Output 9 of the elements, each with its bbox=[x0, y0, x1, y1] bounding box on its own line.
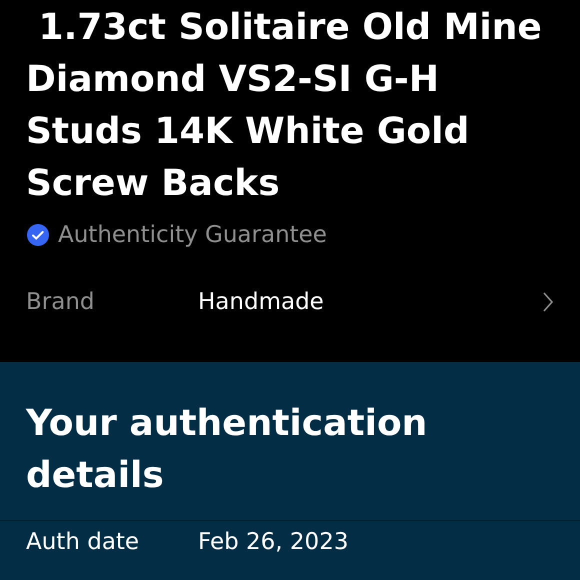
spec-label: Brand bbox=[26, 288, 96, 316]
chevron-right-icon[interactable] bbox=[542, 290, 554, 313]
listing-title: 1.73ct Solitaire Old Mine Diamond VS2-SI G-H Studs 14K White Gold Screw Backs bbox=[26, 6, 543, 206]
verified-badge-icon bbox=[26, 223, 50, 248]
section-heading: Your authentication details bbox=[26, 402, 428, 498]
auth-date-label: Auth date bbox=[26, 528, 140, 557]
auth-date-value: Feb 26, 2023 bbox=[198, 528, 348, 557]
spec-value: Handmade bbox=[198, 288, 325, 316]
authenticity-guarantee-text: Authenticity Guarantee bbox=[58, 221, 327, 250]
